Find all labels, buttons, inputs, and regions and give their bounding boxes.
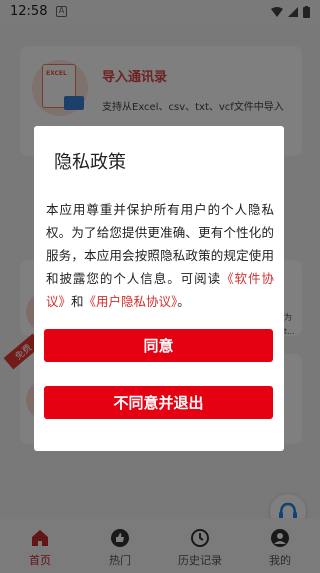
dialog-connector: 和 bbox=[71, 294, 84, 309]
dialog-title: 隐私政策 bbox=[54, 152, 126, 173]
user-privacy-agreement-link[interactable]: 《用户隐私协议》 bbox=[84, 294, 178, 309]
dialog-body: 本应用尊重并保护所有用户的个人隐私权。为了给您提供更准确、更有个性化的服务，本应… bbox=[46, 198, 274, 313]
dialog-end-punct: 。 bbox=[177, 294, 190, 309]
disagree-exit-button[interactable]: 不同意并退出 bbox=[44, 386, 273, 419]
agree-button[interactable]: 同意 bbox=[44, 329, 273, 362]
privacy-policy-dialog: 隐私政策 本应用尊重并保护所有用户的个人隐私权。为了给您提供更准确、更有个性化的… bbox=[34, 126, 284, 451]
